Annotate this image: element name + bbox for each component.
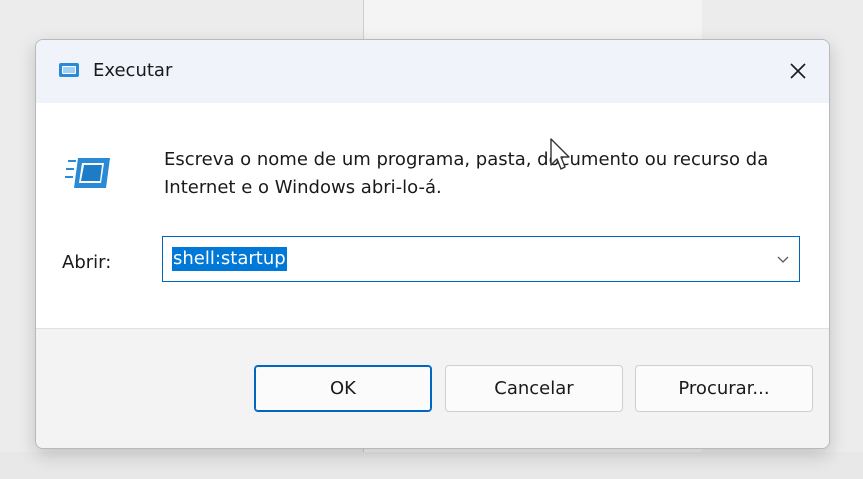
run-icon (59, 63, 79, 77)
mouse-cursor-icon (550, 138, 570, 170)
browse-button[interactable]: Procurar... (635, 365, 813, 412)
cancel-button[interactable]: Cancelar (445, 365, 623, 412)
button-bar: OK Cancelar Procurar... (36, 328, 829, 448)
ok-button[interactable]: OK (254, 365, 432, 412)
window-title: Executar (93, 60, 173, 81)
chevron-down-icon[interactable] (775, 251, 791, 267)
dialog-content: Escreva o nome de um programa, pasta, do… (36, 103, 829, 328)
close-button[interactable] (781, 54, 815, 88)
open-combobox[interactable]: shell:startup (162, 236, 800, 282)
close-icon (790, 63, 806, 79)
description-text: Escreva o nome de um programa, pasta, do… (164, 149, 769, 198)
open-input[interactable]: shell:startup (172, 247, 287, 271)
desktop-background-bottom (0, 452, 863, 479)
run-dialog: Executar Escreva o nome de um programa, … (35, 39, 830, 449)
run-icon (65, 158, 110, 188)
title-bar[interactable]: Executar (36, 40, 829, 103)
open-label: Abrir: (62, 252, 112, 273)
